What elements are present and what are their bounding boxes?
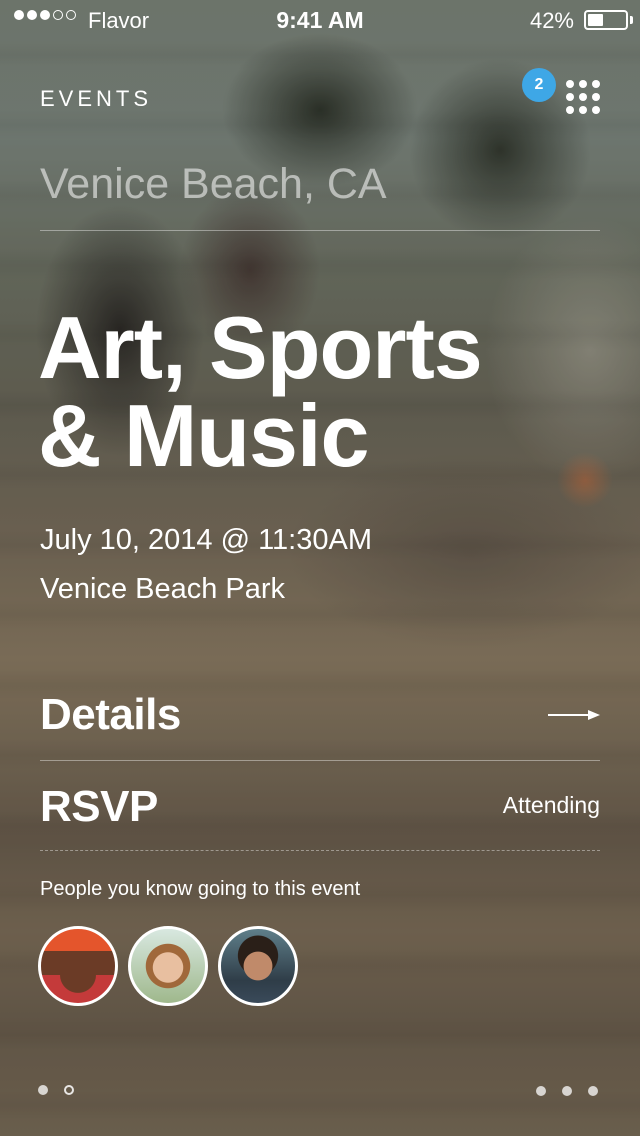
divider (40, 760, 600, 761)
avatar[interactable] (128, 926, 208, 1006)
event-title-line1: Art, Sports (38, 298, 483, 397)
event-title: Art, Sports & Music (38, 298, 483, 485)
battery-icon (584, 10, 628, 30)
page-dot (64, 1085, 74, 1095)
rsvp-button[interactable]: RSVP (40, 782, 158, 832)
event-venue: Venice Beach Park (40, 573, 286, 605)
grid-dot (592, 93, 600, 101)
grid-dot (579, 80, 587, 88)
notification-badge[interactable]: 2 (522, 68, 556, 102)
page-dot-active (38, 1085, 48, 1095)
rsvp-status[interactable]: Attending (503, 792, 600, 819)
status-bar: Flavor 9:41 AM 42% (0, 0, 640, 40)
battery-fill (588, 14, 603, 26)
grid-dot (579, 106, 587, 114)
page-indicator[interactable] (38, 1085, 74, 1095)
more-options-icon[interactable] (536, 1086, 598, 1096)
event-datetime: July 10, 2014 @ 11:30AM (40, 524, 372, 556)
battery-percent: 42% (529, 8, 574, 33)
event-title-line2: & Music (38, 386, 369, 485)
grid-dot (592, 106, 600, 114)
battery-tip (630, 16, 633, 24)
event-location: Venice Beach, CA (40, 160, 387, 208)
more-dot (588, 1086, 598, 1096)
arrow-right-icon[interactable] (548, 707, 600, 723)
more-dot (562, 1086, 572, 1096)
section-title: EVENTS (40, 86, 153, 111)
avatar[interactable] (38, 926, 118, 1006)
friends-going-label: People you know going to this event (40, 878, 361, 900)
avatar[interactable] (218, 926, 298, 1006)
divider (40, 230, 600, 231)
grid-dot (566, 93, 574, 101)
dashed-divider (40, 850, 600, 851)
grid-dot (592, 80, 600, 88)
details-button[interactable]: Details (40, 690, 181, 740)
more-dot (536, 1086, 546, 1096)
grid-menu-icon[interactable] (566, 80, 600, 114)
grid-dot (566, 80, 574, 88)
grid-dot (579, 93, 587, 101)
friends-avatars (38, 926, 298, 1006)
grid-dot (566, 106, 574, 114)
